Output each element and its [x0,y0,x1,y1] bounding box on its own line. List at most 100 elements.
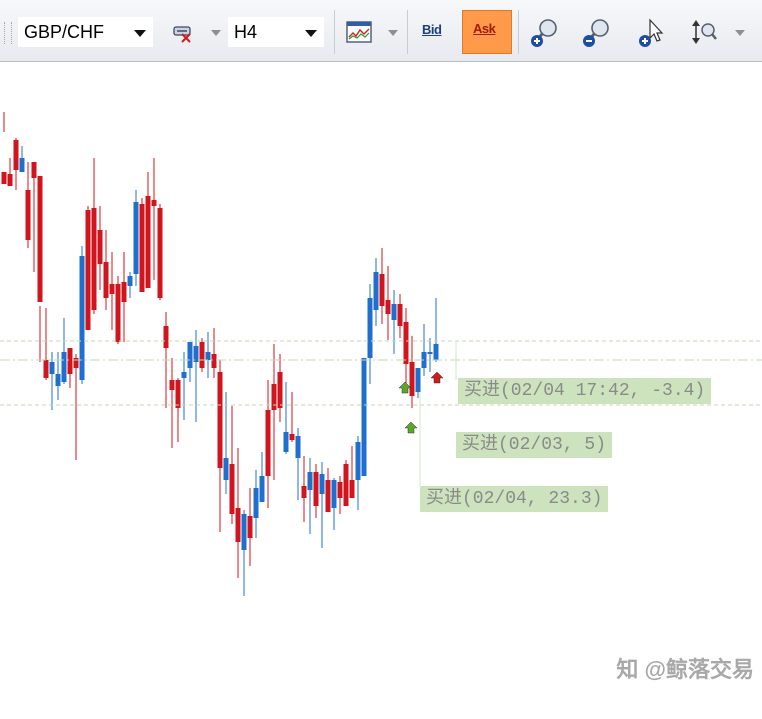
candle-body [1,172,7,184]
candle-body [349,480,355,498]
cursor-add-button[interactable] [630,12,674,52]
candle-body [139,204,145,292]
candle-body [79,256,85,380]
zoom-out-button[interactable] [576,12,620,52]
candle-body [241,514,247,550]
candle-body [433,344,439,360]
remove-indicator-button[interactable] [164,12,208,52]
candle-body [67,348,73,374]
chart-type-button[interactable] [338,12,382,52]
candle-body [49,362,55,374]
candle-body [391,304,397,320]
candle-body [217,372,223,468]
chart-type-icon [346,21,372,43]
buy-arrow-icon[interactable] [404,421,418,434]
toolbar-separator [518,10,519,54]
sell-arrow-icon[interactable] [430,371,444,384]
candle-body [415,368,421,392]
zoom-out-icon [583,19,609,47]
candle-body [157,208,163,298]
candle-body [229,464,235,514]
bid-label: Bid [422,22,442,37]
candle-body [265,410,271,476]
candle-body [271,384,277,410]
timeframe-select[interactable]: H4 [228,17,324,47]
candle-body [211,354,217,368]
candle-body [259,476,265,502]
candle-body [115,284,121,342]
price-chart[interactable]: 买进(02/04 17:42, -3.4) 买进(02/03, 5) 买进(02… [0,62,762,714]
candle-body [409,362,415,396]
zoom-in-button[interactable] [524,12,568,52]
toolbar-separator [334,10,335,54]
candle-body [337,482,343,498]
trade-tag: 买进(02/03, 5) [456,432,613,458]
candle-body [13,140,19,170]
candle-body [199,342,205,368]
candle-body [91,208,97,310]
toolbar-separator [407,10,408,54]
chevron-down-icon [134,30,146,37]
candle-body [187,342,193,368]
buy-arrow-icon[interactable] [398,381,412,394]
candle-body [295,436,301,458]
candle-body [181,372,187,378]
ask-button[interactable]: Ask [462,10,512,54]
candle-body [397,304,403,326]
vertical-zoom-icon [692,20,717,44]
candle-body [247,516,253,538]
toolbar-grip[interactable] [4,22,12,44]
candle-body [253,488,259,518]
remove-indicator-icon [173,26,191,43]
timeframe-value: H4 [234,22,258,42]
candle-body [223,458,229,480]
candle-body [319,474,325,494]
candle-body [367,298,373,358]
candle-body [55,374,61,386]
vertical-zoom-dropdown-icon[interactable] [735,30,745,36]
zoom-in-icon [531,19,557,47]
candle-body [301,486,307,498]
candle-body [169,380,175,390]
candle-body [133,202,139,274]
symbol-value: GBP/CHF [24,22,105,42]
candle-body [7,174,13,186]
candle-body [25,190,31,240]
chart-type-dropdown-icon[interactable] [388,30,398,36]
candle-body [403,322,409,364]
candle-body [205,352,211,360]
candle-body [103,262,109,298]
chart-toolbar: GBP/CHF H4 Bid Ask [0,0,762,62]
candle-body [427,352,433,354]
candle-body [325,480,331,512]
candle-body [127,276,133,286]
candle-body [283,432,289,452]
candle-body [277,372,283,408]
remove-indicator-dropdown-icon[interactable] [211,30,221,36]
symbol-select[interactable]: GBP/CHF [18,17,153,47]
candle-body [361,358,367,476]
candle-body [109,284,115,294]
candle-body [151,200,157,206]
cursor-add-icon [639,18,664,47]
candle-body [313,472,319,506]
chevron-down-icon [305,30,317,37]
candle-body [373,272,379,310]
candle-body [31,162,37,178]
bid-button[interactable]: Bid [412,12,456,52]
candle-body [97,230,103,264]
candle-body [145,196,151,288]
candle-body [43,360,49,378]
candle-body [355,442,361,480]
candle-body [331,480,337,508]
candle-body [307,472,313,490]
vertical-zoom-button[interactable] [684,12,728,52]
candle-body [19,158,25,172]
candle-body [175,380,181,408]
candle-body [379,274,385,306]
candle-body [235,508,241,542]
ask-label: Ask [473,21,496,36]
candle-body [163,326,169,348]
candle-body [37,176,43,302]
trade-tag: 买进(02/04, 23.3) [420,486,609,512]
